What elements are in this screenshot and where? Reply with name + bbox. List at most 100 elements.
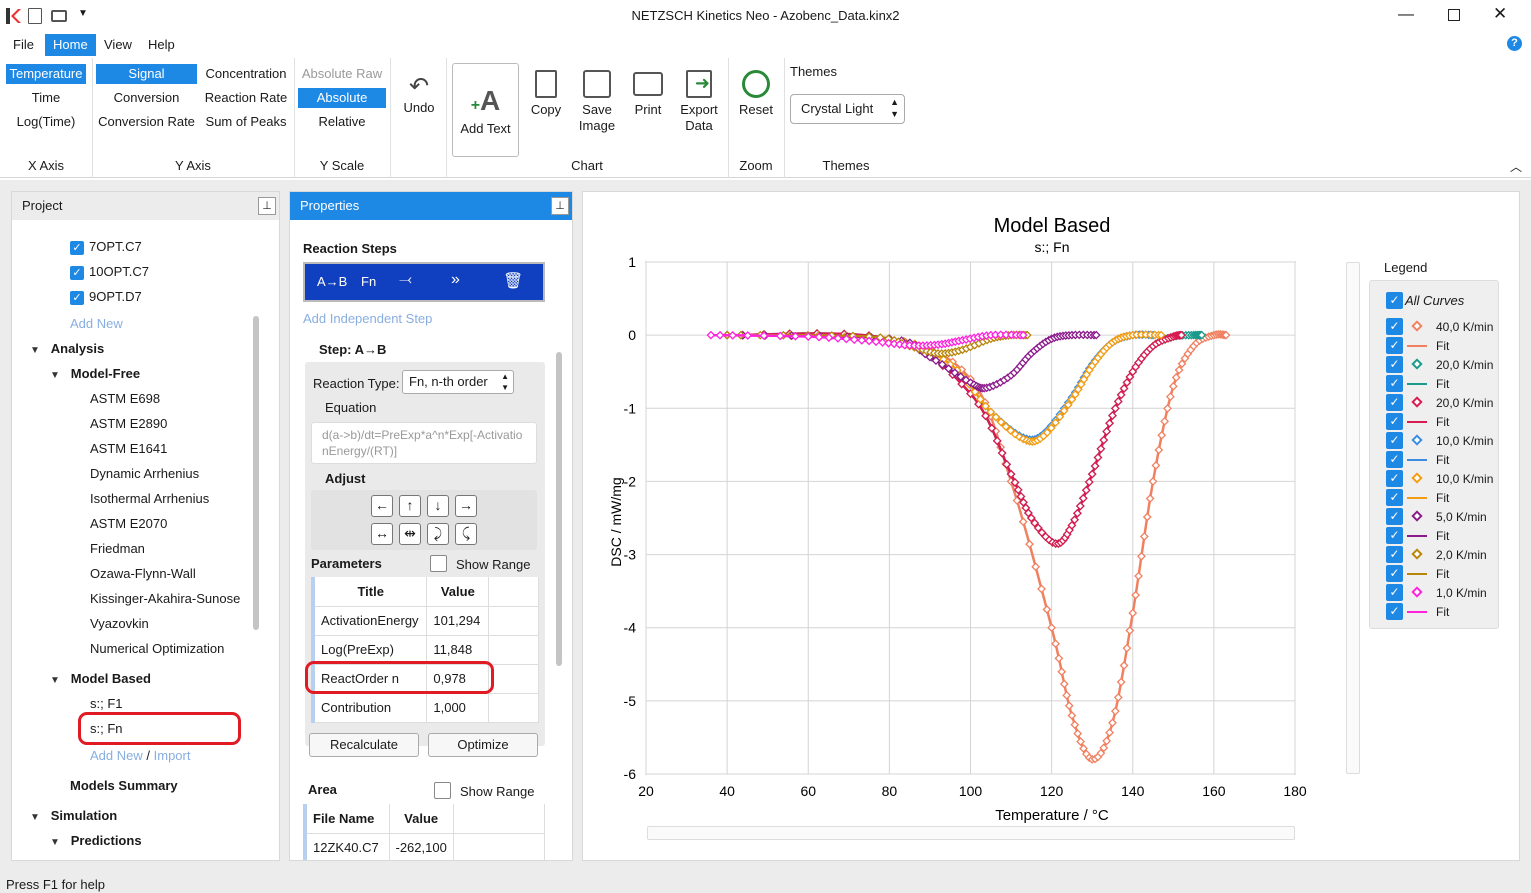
table-row[interactable]: 12ZK40.C7 -262,100 xyxy=(303,833,546,860)
checkbox-icon[interactable]: ✓ xyxy=(1386,584,1403,601)
tree-item[interactable]: ASTM E2070 xyxy=(90,516,167,531)
arrow-up-icon[interactable]: ↑ xyxy=(399,495,421,517)
checkbox-icon[interactable]: ✓ xyxy=(1386,527,1403,544)
arrow-left-icon[interactable]: ← xyxy=(371,495,393,517)
tree-item[interactable]: s:; F1 xyxy=(90,696,123,711)
minimize-button[interactable]: — xyxy=(1398,6,1414,24)
undo-button[interactable]: ↶ Undo xyxy=(396,74,442,116)
expand-icon[interactable]: ▼ xyxy=(30,812,40,823)
table-row[interactable]: Log(PreExp) 11,848 xyxy=(311,635,539,665)
optimize-button[interactable]: Optimize xyxy=(428,733,538,757)
expand-icon[interactable]: ▼ xyxy=(50,837,60,848)
add-new-link[interactable]: Add New xyxy=(70,316,123,331)
yscale-absolute[interactable]: Absolute xyxy=(298,88,386,108)
legend-item[interactable]: ✓ Fit xyxy=(1386,412,1498,431)
yscale-relative[interactable]: Relative xyxy=(298,112,386,132)
tree-models-summary[interactable]: Models Summary xyxy=(70,778,178,793)
legend-item[interactable]: ✓ 40,0 K/min xyxy=(1386,317,1498,336)
tree-item[interactable]: Isothermal Arrhenius xyxy=(90,491,209,506)
tree-item[interactable]: Numerical Optimization xyxy=(90,641,224,656)
expand-icon[interactable]: ▼ xyxy=(50,675,60,686)
expand-icon[interactable]: ▼ xyxy=(30,345,40,356)
checkbox-icon[interactable]: ✓ xyxy=(1386,565,1403,582)
checkbox-icon[interactable]: ✓ xyxy=(1386,603,1403,620)
menu-help[interactable]: Help xyxy=(140,34,183,56)
yaxis-conversion[interactable]: Conversion xyxy=(96,88,197,108)
xaxis-temperature[interactable]: Temperature xyxy=(6,64,86,84)
equation-field[interactable]: d(a->b)/dt=PreExp*a^n*Exp[-ActivationEne… xyxy=(311,422,537,464)
close-button[interactable]: ✕ xyxy=(1493,4,1507,24)
save-image-button[interactable]: Save Image xyxy=(574,70,620,134)
xaxis-logtime[interactable]: Log(Time) xyxy=(6,112,86,132)
show-range-checkbox[interactable] xyxy=(434,782,451,799)
reset-button[interactable]: Reset xyxy=(734,70,778,118)
checkbox-icon[interactable]: ✓ xyxy=(1386,489,1403,506)
pin-icon[interactable]: ⊥ xyxy=(258,197,276,215)
yaxis-reaction-rate[interactable]: Reaction Rate xyxy=(200,88,292,108)
properties-scrollbar[interactable] xyxy=(556,352,562,666)
legend-item[interactable]: ✓ Fit xyxy=(1386,526,1498,545)
branch-icon[interactable]: ⤙ xyxy=(399,271,412,289)
yaxis-conversion-rate[interactable]: Conversion Rate xyxy=(96,112,197,132)
checkbox-icon[interactable]: ✓ xyxy=(1386,413,1403,430)
yscale-absolute-raw[interactable]: Absolute Raw xyxy=(298,64,386,84)
yaxis-signal[interactable]: Signal xyxy=(96,64,197,84)
theme-select[interactable]: Crystal Light ▲ ▼ xyxy=(790,94,905,124)
rotate-left-icon[interactable]: ⤸ xyxy=(427,523,449,545)
yaxis-sum-of-peaks[interactable]: Sum of Peaks xyxy=(200,112,292,132)
legend-item[interactable]: ✓ 1,0 K/min xyxy=(1386,583,1498,602)
checkbox-icon[interactable]: ✓ xyxy=(70,290,84,305)
menu-file[interactable]: File xyxy=(5,34,42,56)
checkbox-icon[interactable]: ✓ xyxy=(1386,337,1403,354)
legend-item[interactable]: ✓ 10,0 K/min xyxy=(1386,431,1498,450)
file-item[interactable]: ✓ 7OPT.C7 xyxy=(70,239,142,255)
delete-icon[interactable]: 🗑 xyxy=(503,271,523,291)
checkbox-icon[interactable]: ✓ xyxy=(1386,292,1403,309)
expand-icon[interactable]: ▼ xyxy=(50,370,60,381)
legend-item[interactable]: ✓ Fit xyxy=(1386,564,1498,583)
reaction-type-select[interactable]: Fn, n-th order ▲ ▼ xyxy=(402,370,514,394)
copy-button[interactable]: Copy xyxy=(526,70,566,118)
menu-view[interactable]: View xyxy=(96,34,140,56)
help-icon[interactable]: ? xyxy=(1507,36,1522,51)
checkbox-icon[interactable]: ✓ xyxy=(1386,394,1403,411)
pin-icon[interactable]: ⊥ xyxy=(551,197,569,215)
tree-item[interactable]: Kissinger-Akahira-Sunose xyxy=(90,591,240,606)
arrow-right-icon[interactable]: → xyxy=(455,495,477,517)
rotate-right-icon[interactable]: ⤹ xyxy=(455,523,477,545)
menu-home[interactable]: Home xyxy=(45,34,96,56)
table-row[interactable]: Contribution 1,000 xyxy=(311,693,539,723)
legend-item[interactable]: ✓ Fit xyxy=(1386,374,1498,393)
legend-item[interactable]: ✓ 2,0 K/min xyxy=(1386,545,1498,564)
legend-item[interactable]: ✓ Fit xyxy=(1386,336,1498,355)
arrow-down-icon[interactable]: ↓ xyxy=(427,495,449,517)
yaxis-concentration[interactable]: Concentration xyxy=(200,64,292,84)
legend-item[interactable]: ✓ 5,0 K/min xyxy=(1386,507,1498,526)
tree-item[interactable]: Friedman xyxy=(90,541,145,556)
tree-analysis[interactable]: ▼ Analysis xyxy=(30,341,104,356)
file-item[interactable]: ✓ 9OPT.D7 xyxy=(70,289,142,305)
tree-item[interactable]: ASTM E2890 xyxy=(90,416,167,431)
add-independent-step-link[interactable]: Add Independent Step xyxy=(303,311,432,326)
xaxis-time[interactable]: Time xyxy=(6,88,86,108)
checkbox-icon[interactable]: ✓ xyxy=(1386,546,1403,563)
compress-horizontal-icon[interactable]: ⇹ xyxy=(399,523,421,545)
expand-horizontal-icon[interactable]: ↔ xyxy=(371,523,393,545)
checkbox-icon[interactable]: ✓ xyxy=(1386,508,1403,525)
tree-item[interactable]: ASTM E1641 xyxy=(90,441,167,456)
export-data-button[interactable]: ➜ Export Data xyxy=(674,70,724,134)
tree-simulation[interactable]: ▼ Simulation xyxy=(30,808,117,823)
tree-item[interactable]: Dynamic Arrhenius xyxy=(90,466,199,481)
legend-item[interactable]: ✓ Fit xyxy=(1386,450,1498,469)
checkbox-icon[interactable]: ✓ xyxy=(1386,318,1403,335)
project-scrollbar[interactable] xyxy=(253,316,259,630)
checkbox-icon[interactable]: ✓ xyxy=(1386,432,1403,449)
print-button[interactable]: Print xyxy=(626,70,670,118)
legend-item[interactable]: ✓ 10,0 K/min xyxy=(1386,469,1498,488)
table-row[interactable]: ActivationEnergy 101,294 xyxy=(311,606,539,636)
step-fn[interactable]: Fn xyxy=(361,274,376,289)
checkbox-icon[interactable]: ✓ xyxy=(70,240,84,255)
file-item[interactable]: ✓ 10OPT.C7 xyxy=(70,264,149,280)
collapse-ribbon-icon[interactable]: ︿ xyxy=(1510,158,1522,175)
legend-item[interactable]: ✓ Fit xyxy=(1386,488,1498,507)
